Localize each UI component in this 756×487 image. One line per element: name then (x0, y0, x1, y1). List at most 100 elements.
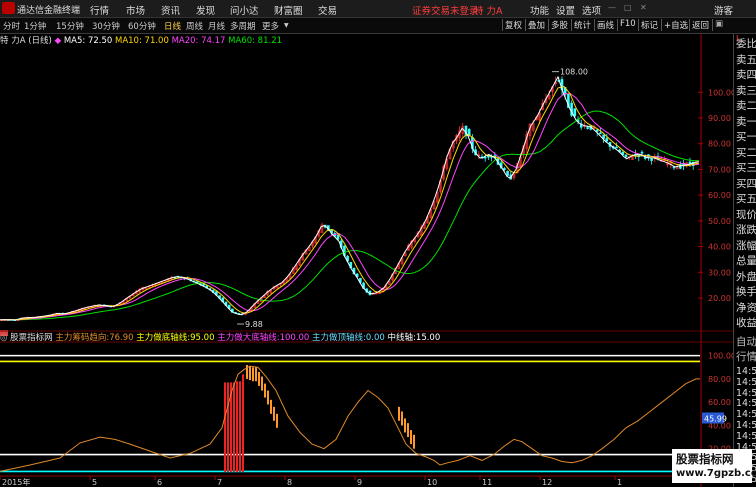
candle-body (573, 108, 577, 117)
ind-bar-red-1 (227, 382, 229, 472)
field-bottom-axis-label: 主力做底轴线: (136, 333, 191, 343)
ind-tick-label-4: 100.00 (708, 352, 733, 361)
menu-item-wenxiaoda[interactable]: 问小达 (230, 3, 259, 17)
multi-stock-button[interactable]: 多股 (548, 19, 570, 31)
ind-bar-orange-12 (401, 411, 403, 426)
restore-rights-button[interactable]: 复权 (502, 19, 524, 31)
menu-item-shezhi[interactable]: 设置 (556, 3, 575, 17)
menu-item-caifuquan[interactable]: 财富圈 (274, 3, 303, 17)
draw-line-button[interactable]: 画线 (594, 19, 616, 31)
menu-item-zixun[interactable]: 资讯 (161, 3, 180, 17)
app-logo-icon (2, 2, 15, 14)
field-big-bottom-label: 主力做大底轴线: (217, 333, 280, 343)
candle-body (624, 154, 628, 157)
minimize-icon[interactable]: — (608, 3, 616, 12)
x-tick-label-8: 12 (542, 478, 552, 487)
x-tick-label-6: 10 (427, 478, 437, 487)
period-tab-15min[interactable]: 15分钟 (56, 20, 84, 32)
price-tick-label-7: 90.00 (708, 114, 731, 123)
ind-bar-orange-2 (252, 367, 254, 382)
candle-body (602, 134, 605, 139)
price-tick-label-8: 100.00 (708, 88, 733, 97)
more-chevron-icon[interactable]: ▼ (284, 22, 289, 29)
quote-field-10: 买五 (736, 193, 756, 205)
stats-button[interactable]: 统计 (571, 19, 593, 31)
ma5-line (0, 75, 700, 321)
price-tick-label-2: 40.00 (708, 243, 731, 252)
ma20-label: MA20: 74.17 (171, 36, 226, 46)
tick-time-6: 14:56 (736, 430, 756, 442)
indicator-header: ◎ 股票指标网 主力筹码趋向:76.90 主力做底轴线:95.00 主力做大底轴… (0, 331, 440, 343)
menu-bar: 通达信金融终端 行情 市场 资讯 发现 问小达 财富圈 交易 证券交易未登录 特… (0, 0, 756, 18)
period-tab-fenshi[interactable]: 分时 (3, 20, 20, 32)
menu-item-hangqing[interactable]: 行情 (90, 3, 109, 17)
ind-bar-red-0 (224, 382, 226, 472)
main-chart-header: 特 力A (日线) ◆ MA5: 72.50 MA10: 71.00 MA20:… (0, 34, 282, 46)
price-tick-label-5: 70.00 (708, 165, 731, 174)
field-chip-trend-label: 主力筹码趋向: (55, 333, 110, 343)
ind-bar-red-5 (239, 381, 241, 472)
mark-button[interactable]: 标记 (638, 19, 660, 31)
field-big-bottom-value: 100.00 (279, 333, 310, 343)
ind-bar-orange-13 (404, 418, 406, 433)
maximize-icon[interactable]: □ (624, 3, 632, 12)
x-tick-label-5: 9 (357, 478, 362, 487)
add-favorite-button[interactable]: +自选 (661, 19, 690, 31)
period-tab-day[interactable]: 日线 (164, 20, 181, 32)
login-warning[interactable]: 证券交易未登录 (412, 3, 479, 17)
app-name: 通达信金融终端 (17, 6, 81, 16)
period-tab-multi[interactable]: 多周期 (230, 20, 256, 32)
user-label[interactable]: 游客 (714, 3, 733, 17)
ind-bar-orange-11 (398, 406, 400, 421)
quote-field-11: 现价 (736, 208, 756, 221)
field-midline-value: 15.00 (415, 333, 441, 343)
x-tick-label-7: 11 (482, 478, 492, 487)
tick-time-4: 14:56 (736, 409, 756, 421)
candle-body (595, 129, 599, 132)
period-tab-30min[interactable]: 30分钟 (92, 20, 120, 32)
ind-bar-orange-1 (249, 366, 251, 381)
auto-quote-label-0[interactable]: 自动 (736, 334, 756, 349)
f10-button[interactable]: F10 (617, 19, 638, 31)
price-tick-label-1: 30.00 (708, 268, 731, 277)
menu-item-gongneng[interactable]: 功能 (530, 3, 549, 17)
field-midline-label: 中线轴: (387, 333, 416, 343)
indicator-name[interactable]: 股票指标网 (10, 333, 53, 343)
menu-item-shichang[interactable]: 市场 (126, 3, 145, 17)
period-tab-week[interactable]: 周线 (186, 20, 203, 32)
extreme-label-1: 9.88 (245, 320, 263, 329)
panel-toggle-icon[interactable]: ▣ (712, 19, 725, 31)
period-tab-1min[interactable]: 1分钟 (24, 20, 46, 32)
ind-bar-orange-7 (267, 390, 269, 405)
period-tab-month[interactable]: 月线 (208, 20, 225, 32)
quote-field-13: 涨幅 (736, 239, 756, 252)
menu-item-xuanxiang[interactable]: 选项 (582, 3, 601, 17)
field-top-axis-label: 主力做顶轴线: (312, 333, 366, 343)
ind-bar-orange-8 (270, 399, 272, 414)
ind-bar-orange-9 (273, 406, 275, 421)
quote-field-1: 卖五 (736, 53, 756, 66)
overlay-button[interactable]: 叠加 (525, 19, 547, 31)
close-icon[interactable]: ✕ (640, 3, 647, 12)
watermark: 股票指标网 www.7gpzb.com (672, 449, 756, 483)
back-button[interactable]: 返回 (689, 19, 711, 31)
period-tab-more[interactable]: 更多 (262, 20, 279, 32)
auto-quote-label-1[interactable]: 行情 (736, 349, 756, 364)
menu-item-jiaoyi[interactable]: 交易 (318, 3, 337, 17)
x-tick-label-2: 6 (157, 478, 162, 487)
chart-area[interactable]: 20.0030.0040.0050.0060.0070.0080.0090.00… (0, 34, 733, 487)
tick-time-5: 14:56 (736, 420, 756, 431)
menu-item-faxian[interactable]: 发现 (196, 3, 215, 17)
ind-bar-orange-6 (264, 383, 266, 398)
period-tab-60min[interactable]: 60分钟 (128, 20, 156, 32)
candle-body (650, 158, 653, 161)
field-chip-trend-value: 76.90 (109, 333, 134, 343)
watermark-title: 股票指标网 (676, 452, 734, 466)
quote-field-17: 净资 (736, 301, 756, 314)
ind-bar-orange-10 (276, 413, 278, 428)
candle-body (615, 146, 618, 149)
candle-body (605, 138, 609, 142)
chart-settings-icon[interactable]: ◆ (55, 36, 62, 46)
quote-side-panel: L 委比 卖五 卖四 卖三 卖二 卖一 买一 买二 买三 买四 买五 现价 涨跌 涨幅 总量 外盘 换手 净资 收益… (733, 34, 756, 487)
indicator-settings-icon[interactable]: ◎ (0, 333, 7, 343)
